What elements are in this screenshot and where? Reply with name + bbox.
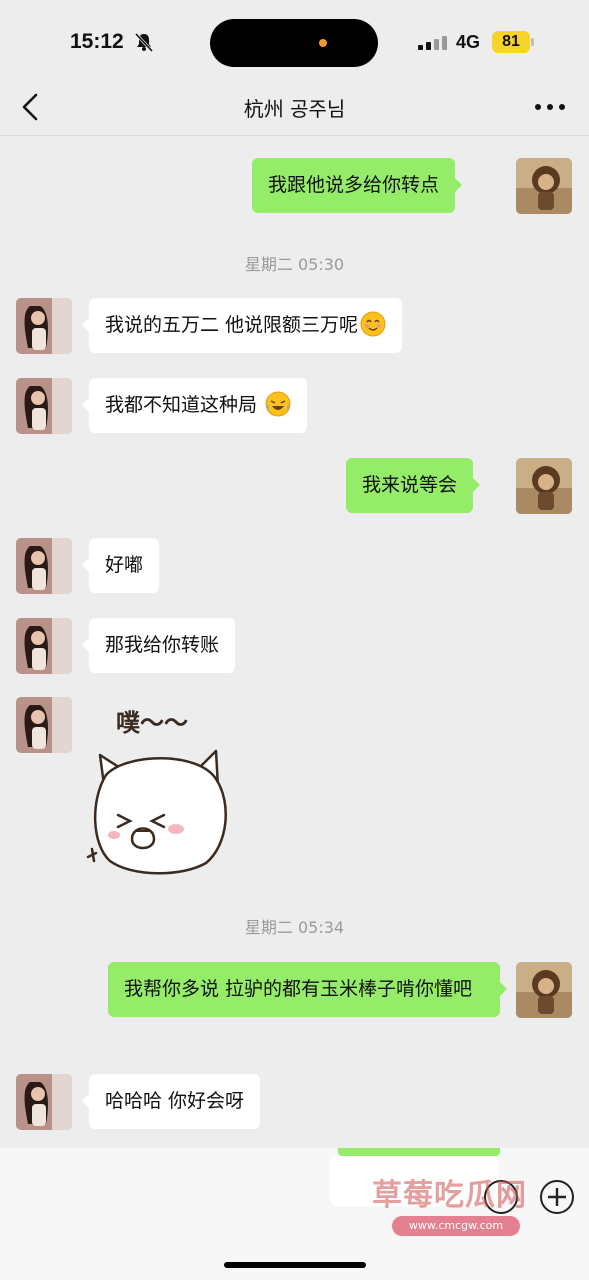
- input-bar: [0, 1148, 589, 1280]
- sticker-message[interactable]: 噗～～: [86, 697, 256, 881]
- message-bubble-incoming[interactable]: 哈哈哈 你好会呀: [81, 1074, 261, 1129]
- battery-tip: [531, 38, 534, 46]
- message-bubble-incoming[interactable]: 我说的五万二 他说限额三万呢: [81, 298, 403, 353]
- message-bubble-incoming[interactable]: 那我给你转账: [81, 618, 236, 673]
- avatar-contact[interactable]: [16, 1074, 72, 1130]
- status-bar: 15:12 4G 81: [0, 0, 589, 80]
- smiling-face-icon: [360, 311, 386, 337]
- network-type: 4G: [456, 32, 481, 52]
- chat-header: 杭州 공주님: [0, 80, 589, 136]
- avatar-self[interactable]: [516, 458, 572, 514]
- avatar-self[interactable]: [516, 158, 572, 214]
- bell-muted-icon: [134, 32, 154, 52]
- message-text: 我说的五万二 他说限额三万呢: [105, 314, 359, 336]
- watermark-text: 草莓吃瓜网: [372, 1178, 527, 1213]
- home-indicator[interactable]: [224, 1262, 366, 1268]
- chat-title: 杭州 공주님: [243, 97, 346, 121]
- avatar-self[interactable]: [516, 962, 572, 1018]
- chat-timestamp: 星期二 05:30: [244, 255, 345, 274]
- message-bubble-incoming[interactable]: 好嘟: [81, 538, 160, 593]
- camera-indicator-dot: [319, 39, 327, 47]
- battery-level: 81: [492, 31, 530, 53]
- sticker-caption: 噗～～: [116, 709, 188, 737]
- avatar-contact[interactable]: [16, 697, 72, 753]
- giggling-cat-sticker: [86, 749, 227, 875]
- cellular-signal-icon: [418, 36, 447, 50]
- status-time: 15:12: [70, 30, 124, 53]
- avatar-contact[interactable]: [16, 378, 72, 434]
- crying-laughing-face-icon: [265, 391, 291, 417]
- message-bubble-outgoing[interactable]: 我帮你多说 拉驴的都有玉米棒子啃你懂吧: [108, 962, 507, 1017]
- chat-timestamp: 星期二 05:34: [244, 918, 345, 937]
- plus-button[interactable]: [540, 1180, 574, 1214]
- more-options-icon[interactable]: [534, 102, 566, 112]
- message-bubble-incoming[interactable]: 我都不知道这种局: [81, 378, 308, 433]
- message-text: 我都不知道这种局: [105, 394, 258, 416]
- plus-icon: [548, 1188, 566, 1206]
- message-bubble-outgoing[interactable]: 我跟他说多给你转点: [252, 158, 463, 213]
- watermark-url: www.cmcgw.com: [392, 1216, 520, 1236]
- avatar-contact[interactable]: [16, 618, 72, 674]
- avatar-contact[interactable]: [16, 298, 72, 354]
- dynamic-island: [210, 19, 378, 67]
- message-bubble-outgoing[interactable]: 我来说等会: [346, 458, 481, 513]
- partial-outgoing-bubble: [338, 1148, 500, 1156]
- avatar-contact[interactable]: [16, 538, 72, 594]
